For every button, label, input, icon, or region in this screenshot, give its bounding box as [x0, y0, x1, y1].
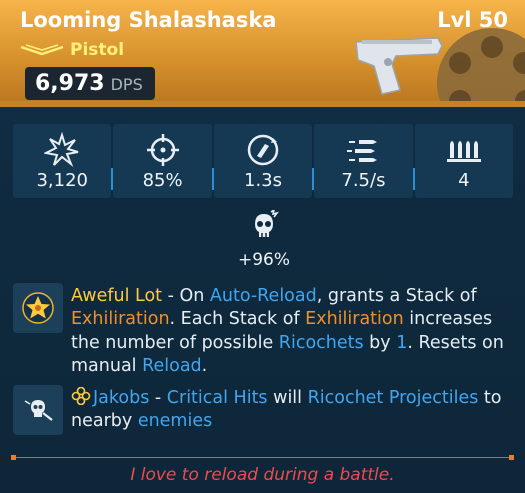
stat-value: 4 — [458, 170, 470, 191]
perk-keyword: Exhiliration — [71, 309, 170, 330]
magazine-icon — [446, 141, 481, 162]
perk-keyword: Ricochet Projectiles — [307, 388, 479, 408]
fire-rate-icon — [347, 140, 378, 162]
stat-accuracy: 85% — [113, 124, 215, 198]
perk-keyword: Critical Hits — [166, 388, 268, 408]
perk-keyword: Reload — [142, 356, 202, 377]
divider — [11, 455, 514, 460]
flavor-text: I love to reload during a battle. — [130, 465, 395, 485]
stat-fire-rate: 7.5/s — [314, 124, 416, 198]
perk-text-segment: - On — [162, 286, 210, 306]
perk-keyword: enemies — [137, 411, 213, 432]
stat-value: 1.3s — [244, 170, 283, 191]
stats-row: 3,120 85% 1.3s 7.5/s 4 — [13, 124, 514, 198]
perk-description-aweful-lot: Aweful Lot - On Auto-Reload, grants a St… — [71, 285, 521, 379]
pistol-icon — [355, 37, 443, 95]
perk-manufacturer-badge — [13, 385, 63, 435]
reload-icon — [247, 134, 279, 166]
item-name: Looming Shalashaska — [20, 8, 277, 32]
revolver-cylinder-decoration — [437, 28, 525, 107]
perk-text-segment: . Each Stack of — [169, 309, 306, 330]
stat-reload: 1.3s — [213, 124, 315, 198]
rarity-row: Pistol — [20, 40, 124, 60]
perk-text-segment: - — [149, 388, 167, 408]
perk-text-segment: , grants a Stack of — [316, 286, 477, 306]
perk-text-segment: will — [267, 388, 308, 408]
rarity-chevron-icon — [20, 44, 64, 56]
stat-value: 3,120 — [36, 170, 88, 191]
perk-keyword: Exhiliration — [305, 309, 404, 330]
perk-keyword: 1 — [396, 332, 408, 353]
item-card: Looming Shalashaska Lvl 50 Pistol 6,973 … — [0, 0, 525, 493]
perk-keyword: Jakobs — [93, 388, 150, 408]
perk-text-segment: . — [201, 356, 208, 377]
perk-star-badge — [13, 283, 63, 333]
accuracy-icon — [146, 134, 179, 166]
dps-unit: DPS — [110, 75, 143, 94]
perk-keyword: Ricochets — [278, 332, 364, 353]
perk-keyword: Auto-Reload — [209, 286, 317, 306]
crit-bonus: +96% — [232, 208, 296, 270]
star-badge-icon — [22, 292, 54, 324]
stat-value: 7.5/s — [341, 170, 386, 191]
damage-icon — [44, 132, 79, 168]
jakobs-logo-icon — [71, 386, 91, 406]
item-type: Pistol — [70, 40, 125, 60]
perk-description-jakobs: Jakobs - Critical Hits will Ricochet Pro… — [71, 386, 521, 434]
crit-bonus-value: +96% — [237, 250, 291, 270]
skull-bullet-icon — [24, 400, 53, 421]
crit-skull-icon — [255, 208, 279, 237]
item-header: Looming Shalashaska Lvl 50 Pistol 6,973 … — [0, 0, 525, 107]
perk-text-segment: by — [363, 332, 397, 353]
stat-value: 85% — [142, 170, 183, 191]
stat-magazine: 4 — [414, 124, 514, 198]
perk-keyword: Aweful Lot — [71, 286, 163, 306]
stat-damage: 3,120 — [13, 124, 114, 198]
dps-box: 6,973 DPS — [25, 67, 155, 100]
dps-value: 6,973 — [35, 71, 105, 96]
